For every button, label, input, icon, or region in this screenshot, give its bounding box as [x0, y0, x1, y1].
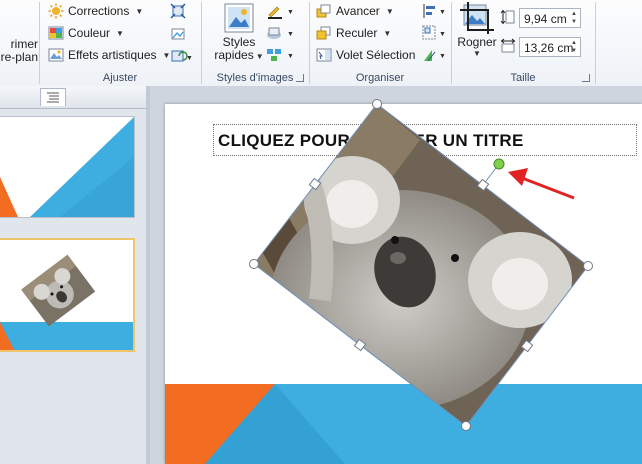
koala-photo	[254, 104, 588, 426]
resize-handle-left[interactable]	[249, 259, 259, 269]
resize-handle-bottom[interactable]	[461, 421, 471, 431]
red-arrow-annotation	[508, 168, 575, 200]
selected-picture[interactable]	[0, 0, 642, 464]
resize-handle-top[interactable]	[372, 99, 382, 109]
rotation-handle[interactable]	[493, 158, 505, 170]
resize-handle-right[interactable]	[583, 261, 593, 271]
